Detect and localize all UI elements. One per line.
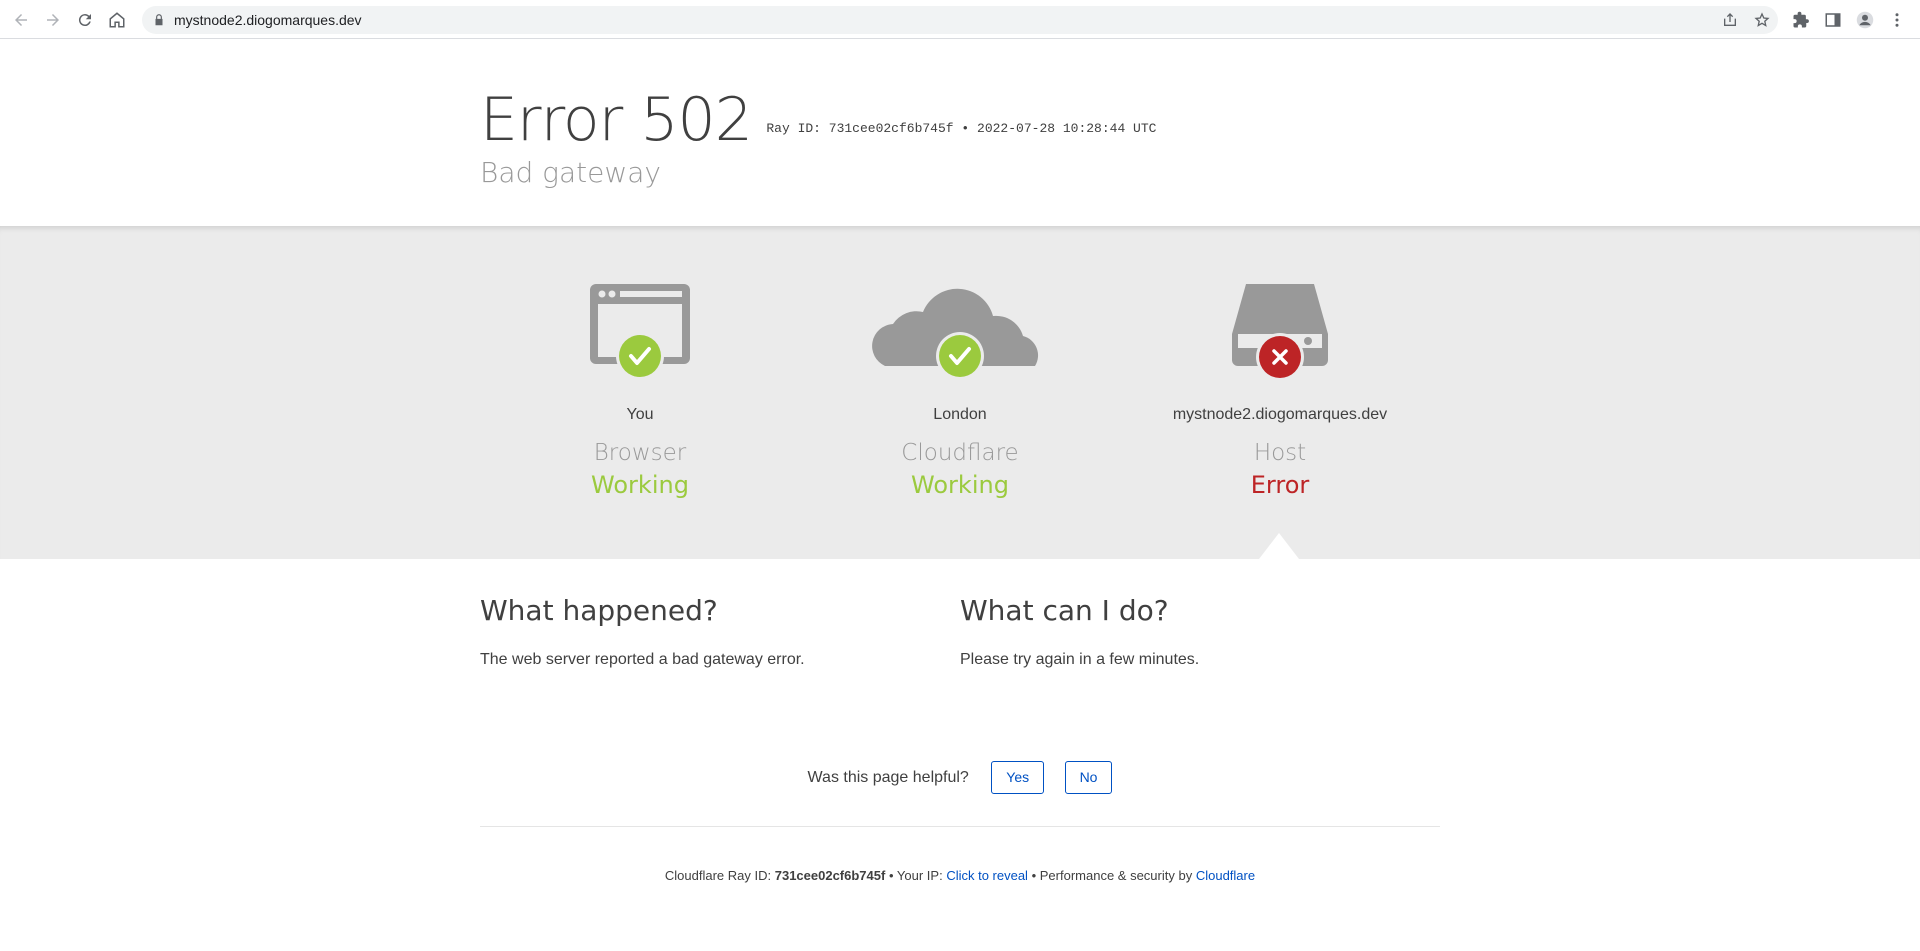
check-icon	[619, 335, 661, 377]
ray-id-line: Ray ID: 731cee02cf6b745f • 2022-07-28 10…	[766, 121, 1156, 136]
what-can-i-do-section: What can I do? Please try again in a few…	[960, 594, 1420, 669]
ray-id: Ray ID: 731cee02cf6b745f	[766, 121, 954, 136]
status-role: Cloudflare	[901, 440, 1019, 466]
address-bar[interactable]: mystnode2.diogomarques.dev	[142, 6, 1778, 34]
feedback-no-button[interactable]: No	[1064, 761, 1113, 794]
url-text[interactable]: mystnode2.diogomarques.dev	[174, 12, 362, 28]
footer-ray-id: 731cee02cf6b745f	[774, 868, 886, 883]
browser-icon	[590, 284, 690, 380]
check-icon	[939, 335, 981, 377]
status-state: Working	[911, 471, 1009, 499]
star-icon[interactable]	[1754, 12, 1770, 28]
forward-icon[interactable]	[40, 7, 66, 33]
feedback-yes-button[interactable]: Yes	[991, 761, 1045, 794]
status-role: Host	[1253, 440, 1307, 466]
home-icon[interactable]	[104, 7, 130, 33]
extensions-icon[interactable]	[1788, 7, 1814, 33]
timestamp: 2022-07-28 10:28:44 UTC	[977, 121, 1157, 136]
status-pointer	[1259, 533, 1299, 559]
status-state: Working	[591, 471, 689, 499]
lock-icon[interactable]	[152, 13, 166, 27]
status-location: London	[933, 406, 987, 423]
footer-ip-label: Your IP:	[896, 868, 943, 883]
what-can-i-do-body: Please try again in a few minutes.	[960, 651, 1200, 668]
side-panel-icon[interactable]	[1820, 7, 1846, 33]
status-location: mystnode2.diogomarques.dev	[1172, 406, 1388, 423]
error-header: Error 502 Ray ID: 731cee02cf6b745f • 202…	[480, 80, 1460, 160]
reveal-ip-link[interactable]: Click to reveal	[946, 868, 1028, 883]
what-happened-title: What happened?	[480, 594, 718, 627]
what-can-i-do-title: What can I do?	[960, 594, 1169, 627]
menu-icon[interactable]	[1884, 7, 1910, 33]
footer-separator: •	[888, 868, 894, 883]
back-icon[interactable]	[8, 7, 34, 33]
status-state: Error	[1250, 471, 1310, 499]
what-happened-section: What happened? The web server reported a…	[480, 594, 940, 669]
footer: Cloudflare Ray ID: 731cee02cf6b745f • Yo…	[0, 868, 1920, 883]
status-location: You	[626, 406, 654, 423]
share-icon[interactable]	[1722, 12, 1738, 28]
cloudflare-link[interactable]: Cloudflare	[1196, 868, 1255, 883]
reload-icon[interactable]	[72, 7, 98, 33]
browser-toolbar: mystnode2.diogomarques.dev	[0, 0, 1920, 39]
status-panel: You Browser Working London Cloudflare Wo…	[0, 226, 1920, 559]
footer-separator: •	[1031, 868, 1037, 883]
server-icon	[1232, 284, 1328, 381]
footer-perf-label: Performance & security by	[1039, 868, 1193, 883]
ray-separator: •	[961, 121, 970, 136]
footer-divider	[480, 826, 1440, 827]
error-title: Error 502	[480, 85, 753, 155]
what-happened-body: The web server reported a bad gateway er…	[480, 651, 805, 668]
cloud-icon	[872, 288, 1039, 380]
status-role: Browser	[593, 440, 687, 466]
error-subtitle: Bad gateway	[480, 156, 661, 189]
feedback-bar: Was this page helpful? Yes No	[0, 761, 1920, 794]
feedback-question: Was this page helpful?	[807, 768, 969, 786]
footer-ray-label: Cloudflare Ray ID:	[664, 868, 772, 883]
profile-icon[interactable]	[1852, 7, 1878, 33]
